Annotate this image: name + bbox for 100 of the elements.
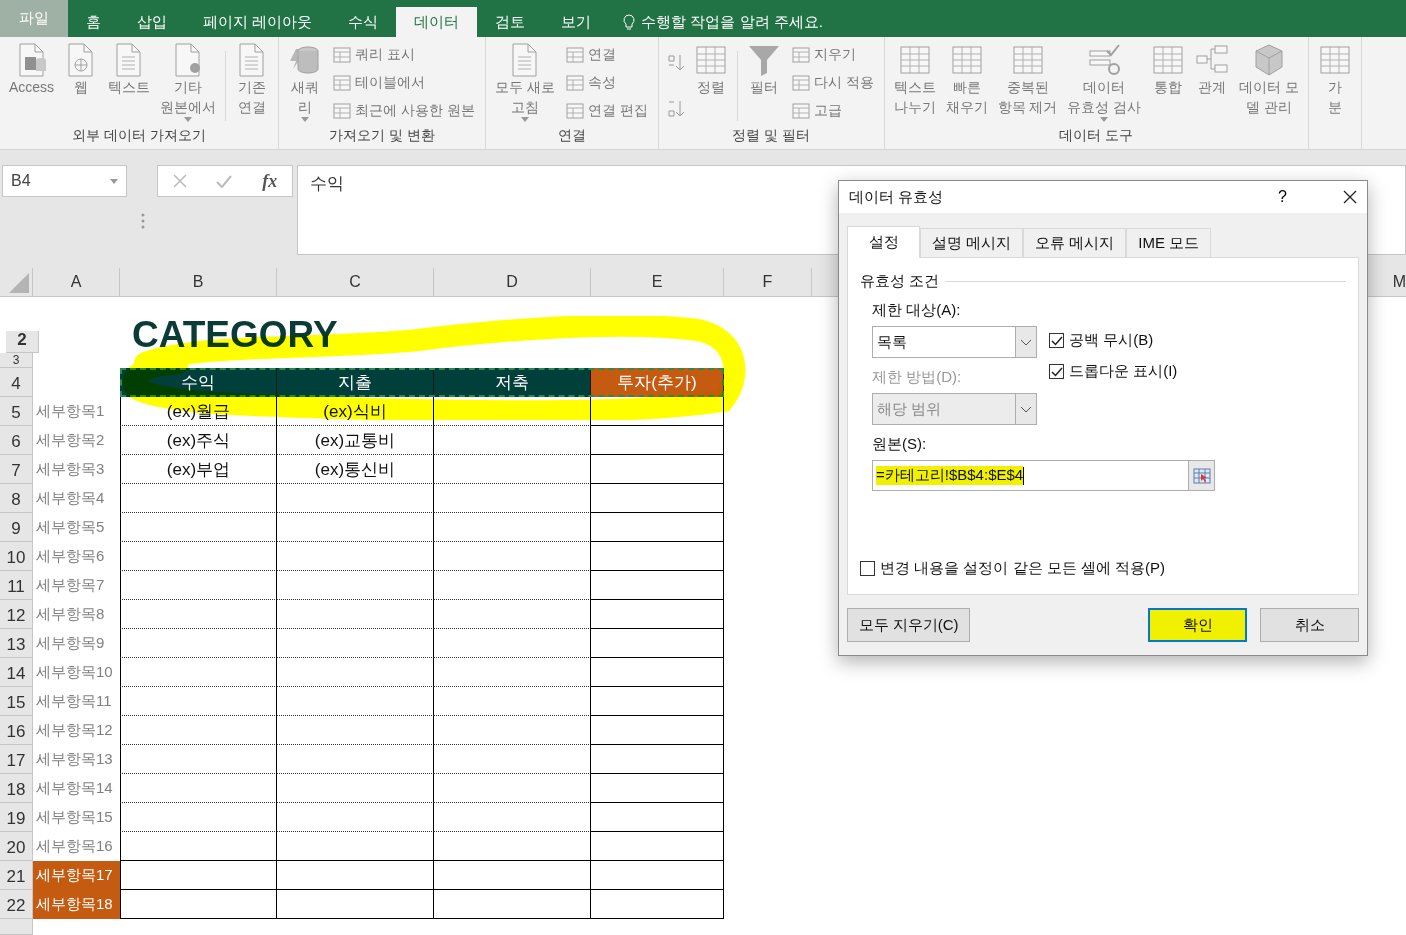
ribbon-tab[interactable]: 데이터 (396, 7, 478, 37)
row-header[interactable]: 11 (0, 571, 33, 600)
ribbon-tab[interactable]: 홈 (68, 7, 119, 37)
dialog-button[interactable]: 모두 지우기(C) (847, 608, 970, 642)
row-header[interactable] (0, 919, 33, 935)
row-header[interactable]: 17 (0, 745, 33, 774)
column-header[interactable]: E (591, 268, 724, 296)
name-box[interactable]: B4 (2, 165, 127, 197)
row-header[interactable]: 10 (0, 542, 33, 571)
ribbon-button[interactable]: 속성 (563, 71, 650, 95)
ribbon-tab[interactable]: 보기 (543, 7, 610, 37)
checkbox-label[interactable]: 드롭다운 표시(I) (1069, 362, 1178, 381)
row-label: 세부항목10 (35, 662, 114, 682)
row-header[interactable]: 9 (0, 513, 33, 542)
ribbon-button[interactable]: 텍스트 나누기 (888, 43, 941, 117)
cancel-icon[interactable] (172, 174, 187, 188)
column-header[interactable]: A (33, 268, 120, 296)
row-header[interactable]: 8 (0, 484, 33, 513)
enter-check-icon[interactable] (216, 174, 233, 188)
caret-icon (1100, 117, 1109, 122)
ribbon-button[interactable]: 텍스트 (103, 43, 156, 97)
tell-me-field[interactable]: 수행할 작업을 알려 주세요. (641, 12, 823, 32)
row-header[interactable]: 16 (0, 716, 33, 745)
sort-ascending-icon[interactable] (666, 53, 685, 73)
help-button[interactable]: ? (1272, 187, 1293, 207)
ribbon-button[interactable]: 정렬 (688, 43, 733, 97)
dropdown-field[interactable]: 목록 (872, 326, 1037, 358)
row-header[interactable]: 21 (0, 861, 33, 890)
header-cell: 저축 (434, 368, 591, 397)
column-header[interactable]: C (277, 268, 434, 296)
row-label: 세부항목7 (35, 575, 106, 595)
lightbulb-icon (623, 13, 636, 31)
dialog-tab[interactable]: 오류 메시지 (1023, 228, 1127, 257)
ribbon-button[interactable]: 통합 (1146, 43, 1191, 97)
ribbon-button[interactable]: 지우기 (789, 43, 876, 67)
dialog-tab[interactable]: 설명 메시지 (920, 228, 1024, 257)
row-header[interactable]: 20 (0, 832, 33, 861)
ribbon-button[interactable]: 빠른 채우기 (940, 43, 993, 117)
insert-function-button[interactable]: fx (262, 170, 278, 192)
ribbon-button[interactable]: 웹 (59, 43, 104, 97)
row-header[interactable]: 3 (0, 353, 33, 368)
ribbon-button[interactable]: 테이블에서 (331, 71, 477, 95)
table-cell: (ex)부업 (120, 455, 277, 484)
ribbon-button[interactable]: 고급 (789, 99, 876, 123)
ribbon-button[interactable]: 가 분 (1313, 43, 1358, 117)
dialog-tab[interactable]: IME 모드 (1126, 228, 1212, 257)
row-header[interactable]: 5 (0, 397, 33, 426)
header-cell: 지출 (277, 368, 434, 397)
ribbon-tab[interactable]: 검토 (477, 7, 544, 37)
row-header[interactable]: 18 (0, 774, 33, 803)
column-header[interactable]: F (724, 268, 812, 296)
row-header[interactable]: 6 (0, 426, 33, 455)
column-header[interactable]: M (1368, 268, 1406, 296)
chevron-down-icon (1020, 338, 1032, 346)
row-header[interactable]: 7 (0, 455, 33, 484)
ribbon-button[interactable]: Access (4, 43, 60, 97)
dialog-button[interactable]: 취소 (1260, 608, 1359, 642)
row-header[interactable]: 15 (0, 687, 33, 716)
ribbon-button[interactable]: 기존 연결 (230, 43, 275, 117)
row-header[interactable]: 13 (0, 629, 33, 658)
ribbon-button[interactable]: 쿼리 표시 (331, 43, 477, 67)
dialog-tab[interactable]: 설정 (847, 226, 920, 258)
column-header[interactable]: D (434, 268, 591, 296)
ribbon-button[interactable]: 최근에 사용한 원본 (331, 99, 477, 123)
row-header[interactable]: 14 (0, 658, 33, 687)
row-header[interactable]: 4 (0, 368, 33, 397)
checkbox-label[interactable]: 변경 내용을 설정이 같은 모든 셀에 적용(P) (880, 559, 1165, 578)
ribbon-button[interactable]: 관계 (1190, 43, 1235, 97)
row-header[interactable]: 2 (6, 331, 39, 353)
select-all-icon[interactable] (9, 273, 29, 293)
table-icon (791, 75, 810, 91)
ribbon-button[interactable]: 데이터 모 델 관리 (1234, 43, 1305, 117)
row-header[interactable]: 22 (0, 890, 33, 919)
ribbon-button[interactable]: 다시 적용 (789, 71, 876, 95)
row-header[interactable]: 19 (0, 803, 33, 832)
checkbox[interactable] (860, 561, 875, 576)
dialog-button[interactable]: 확인 (1148, 608, 1247, 642)
drag-handle-icon[interactable] (141, 212, 145, 229)
ribbon-tab[interactable]: 페이지 레이아웃 (185, 7, 331, 37)
ribbon-button[interactable]: 연결 (563, 43, 650, 67)
ribbon-button[interactable]: 중복된 항목 제거 (992, 43, 1063, 117)
ribbon-tab[interactable]: 삽입 (119, 7, 185, 37)
close-icon[interactable] (1343, 190, 1357, 204)
sort-descending-icon[interactable] (666, 99, 685, 119)
ribbon-button[interactable]: 모두 새로 고침 (489, 43, 560, 122)
ribbon-button[interactable]: 연결 편집 (563, 99, 650, 123)
ribbon-button[interactable]: 기타 원본에서 (155, 43, 222, 122)
checkbox[interactable] (1049, 333, 1064, 348)
table-icon (565, 103, 584, 119)
source-field[interactable]: =카테고리!$B$4:$E$4 (872, 460, 1215, 491)
column-header[interactable]: B (120, 268, 277, 296)
checkbox-label[interactable]: 공백 무시(B) (1069, 331, 1154, 350)
checkbox[interactable] (1049, 364, 1064, 379)
ribbon-button[interactable]: 필터 (741, 43, 786, 97)
range-picker-button[interactable] (1188, 461, 1214, 490)
ribbon-button[interactable]: 새쿼 리 (283, 43, 328, 122)
row-header[interactable]: 12 (0, 600, 33, 629)
ribbon-tab[interactable]: 수식 (330, 7, 397, 37)
ribbon-button[interactable]: 데이터 유효성 검사 (1062, 43, 1147, 122)
checklist-icon (1087, 43, 1122, 77)
